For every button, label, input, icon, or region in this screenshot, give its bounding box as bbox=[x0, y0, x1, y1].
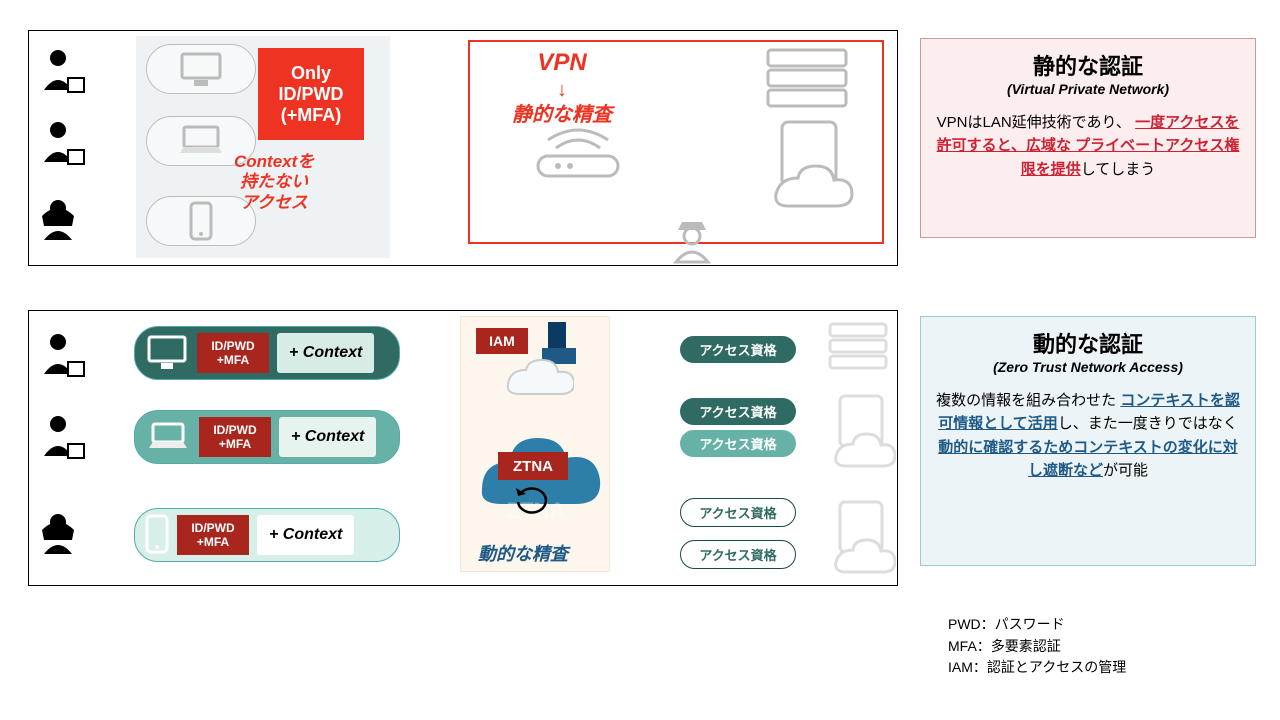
access-badge: アクセス資格 bbox=[680, 540, 796, 569]
vpn-auth-line3: (+MFA) bbox=[258, 105, 364, 126]
ztna-pill-1: ID/PWD +MFA + Context bbox=[134, 326, 400, 380]
router-icon bbox=[528, 126, 628, 187]
access-badge: アクセス資格 bbox=[680, 498, 796, 527]
glossary-mfa: MFA：多要素認証 bbox=[948, 636, 1126, 658]
auth-line1: ID/PWD bbox=[197, 339, 269, 353]
legend-ztna: 動的な認証 (Zero Trust Network Access) 複数の情報を… bbox=[920, 316, 1256, 566]
ztna-auth-box: ID/PWD +MFA bbox=[197, 333, 269, 373]
device-monitor-icon bbox=[145, 333, 189, 373]
cloud-box-icon bbox=[762, 116, 858, 213]
legend-vpn-sub: (Virtual Private Network) bbox=[935, 81, 1241, 97]
context-chip: + Context bbox=[257, 515, 354, 555]
legend-vpn: 静的な認証 (Virtual Private Network) VPNはLAN延… bbox=[920, 38, 1256, 238]
legend-ztna-mid: し、また一度きりではなく bbox=[1058, 415, 1238, 432]
auth-line2: +MFA bbox=[177, 535, 249, 549]
legend-ztna-h2: 動的に確認するためコンテキストの変化に対し遮断など bbox=[938, 439, 1238, 479]
device-laptop-icon bbox=[145, 420, 191, 454]
cloud-box-icon bbox=[826, 392, 896, 475]
glossary-iam: IAM：認証とアクセスの管理 bbox=[948, 657, 1126, 679]
legend-vpn-body: VPNはLAN延伸技術であり、 一度アクセスを許可すると、広域な プライベートア… bbox=[935, 111, 1241, 181]
access-badge: アクセス資格 bbox=[680, 336, 796, 363]
vpn-title-1: VPN bbox=[512, 48, 612, 78]
legend-ztna-prefix: 複数の情報を組み合わせた bbox=[936, 392, 1116, 409]
context-chip: + Context bbox=[277, 333, 374, 373]
user-icon-f bbox=[38, 510, 90, 565]
diagram-canvas: Only ID/PWD (+MFA) Contextを 持たない アクセス VP… bbox=[0, 0, 1280, 720]
auth-line2: +MFA bbox=[197, 353, 269, 367]
vpn-context-line1: Contextを bbox=[234, 152, 314, 172]
ztna-auth-box: ID/PWD +MFA bbox=[199, 417, 271, 457]
user-icon bbox=[38, 412, 90, 467]
vpn-context-line2: 持たない bbox=[234, 172, 314, 192]
vpn-title: VPN ↓ 静的な精査 bbox=[512, 48, 612, 128]
vpn-auth-box: Only ID/PWD (+MFA) bbox=[258, 48, 364, 140]
glossary: PWD：パスワード MFA：多要素認証 IAM：認証とアクセスの管理 bbox=[948, 614, 1126, 679]
user-icon bbox=[38, 46, 90, 101]
ztna-auth-box: ID/PWD +MFA bbox=[177, 515, 249, 555]
iam-cloud-icon bbox=[498, 356, 574, 401]
ztna-pill-3: ID/PWD +MFA + Context bbox=[134, 508, 400, 562]
iam-label: IAM bbox=[476, 328, 528, 354]
hacker-icon bbox=[668, 216, 716, 269]
auth-line2: +MFA bbox=[199, 437, 271, 451]
server-icon bbox=[762, 46, 852, 117]
access-badge: アクセス資格 bbox=[680, 430, 796, 457]
refresh-icon bbox=[510, 486, 556, 523]
vpn-auth-line1: Only bbox=[258, 63, 364, 84]
user-icon-f bbox=[38, 196, 90, 251]
vpn-title-2: ↓ bbox=[512, 78, 612, 103]
legend-vpn-prefix: VPNはLAN延伸技術であり、 bbox=[937, 114, 1131, 131]
legend-vpn-suffix: してしまう bbox=[1081, 161, 1156, 178]
cloud-box-icon bbox=[826, 498, 896, 581]
legend-ztna-body: 複数の情報を組み合わせた コンテキストを認可情報として活用し、また一度きりではな… bbox=[935, 389, 1241, 482]
vpn-context-text: Contextを 持たない アクセス bbox=[234, 152, 314, 213]
device-monitor-icon bbox=[146, 44, 256, 94]
auth-line1: ID/PWD bbox=[177, 521, 249, 535]
ztna-sub: 動的な精査 bbox=[478, 540, 568, 566]
legend-vpn-title: 静的な認証 bbox=[935, 49, 1241, 81]
server-icon bbox=[826, 320, 890, 379]
ztna-label: ZTNA bbox=[498, 452, 568, 480]
vpn-auth-line2: ID/PWD bbox=[258, 84, 364, 105]
vpn-title-3: 静的な精査 bbox=[512, 103, 612, 128]
user-icon bbox=[38, 118, 90, 173]
auth-line1: ID/PWD bbox=[199, 423, 271, 437]
glossary-pwd: PWD：パスワード bbox=[948, 614, 1126, 636]
user-icon bbox=[38, 330, 90, 385]
legend-ztna-sub: (Zero Trust Network Access) bbox=[935, 359, 1241, 375]
legend-ztna-title: 動的な認証 bbox=[935, 327, 1241, 359]
vpn-context-line3: アクセス bbox=[234, 193, 314, 213]
device-phone-icon bbox=[145, 514, 169, 556]
legend-ztna-suffix: が可能 bbox=[1103, 462, 1148, 479]
ztna-pill-2: ID/PWD +MFA + Context bbox=[134, 410, 400, 464]
context-chip: + Context bbox=[279, 417, 376, 457]
access-badge: アクセス資格 bbox=[680, 398, 796, 425]
